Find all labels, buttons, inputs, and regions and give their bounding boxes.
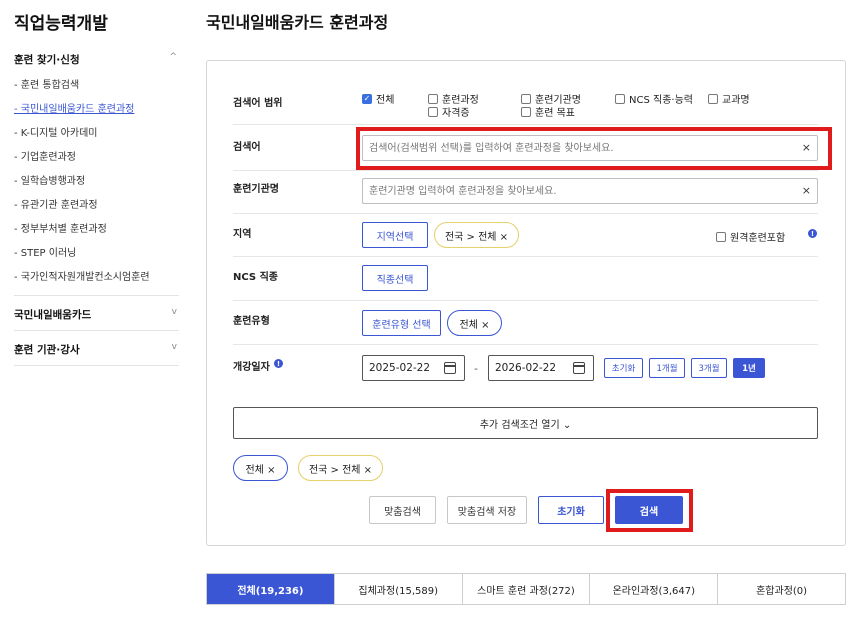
sidebar-item-consortium[interactable]: - 국가인적자원개발컨소시엄훈련 bbox=[14, 268, 150, 283]
training-type-select-button[interactable]: 훈련유형 선택 bbox=[362, 310, 441, 336]
sidebar: 직업능력개발 훈련 찾기·신청 ^ - 훈련 통합검색 - 국민내일배움카드 훈… bbox=[0, 0, 190, 619]
sidebar-item-card-courses[interactable]: - 국민내일배움카드 훈련과정 bbox=[14, 100, 134, 115]
more-conditions-button[interactable]: 추가 검색조건 열기 ⌄ bbox=[233, 407, 818, 439]
institution-input[interactable] bbox=[363, 179, 783, 204]
checkbox-icon bbox=[716, 231, 726, 242]
reset-button[interactable]: 초기화 bbox=[538, 496, 604, 524]
page-title: 국민내일배움카드 훈련과정 bbox=[206, 13, 389, 32]
checkbox-label: 원격훈련포함 bbox=[730, 233, 786, 244]
region-chip[interactable]: 전국 > 전체 × bbox=[434, 222, 519, 248]
sidebar-section-institutions[interactable]: 훈련 기관·강사 v bbox=[14, 342, 179, 357]
row-divider bbox=[233, 300, 818, 301]
ncs-label: NCS 직종 bbox=[233, 272, 278, 283]
checkbox-checked-icon: ✓ bbox=[362, 93, 372, 104]
chevron-up-icon: ^ bbox=[169, 52, 177, 62]
checkbox-label: 교과명 bbox=[722, 95, 750, 106]
calendar-icon[interactable] bbox=[573, 362, 585, 374]
start-date-value: 2025-02-22 bbox=[369, 362, 431, 374]
region-select-button[interactable]: 지역선택 bbox=[362, 222, 428, 248]
sidebar-item-related-agency[interactable]: - 유관기관 훈련과정 bbox=[14, 196, 98, 211]
date-1year-button[interactable]: 1년 bbox=[733, 358, 765, 378]
date-3month-button[interactable]: 3개월 bbox=[691, 358, 727, 378]
scope-label: 검색어 범위 bbox=[233, 98, 283, 109]
sidebar-item-step[interactable]: - STEP 이러닝 bbox=[14, 244, 76, 259]
sidebar-item-corporate[interactable]: - 기업훈련과정 bbox=[14, 148, 76, 163]
sidebar-item-k-digital[interactable]: - K-디지털 아카데미 bbox=[14, 124, 97, 139]
chevron-down-icon: v bbox=[171, 342, 177, 352]
institution-label: 훈련기관명 bbox=[233, 184, 279, 195]
sidebar-section-label: 훈련 찾기·신청 bbox=[14, 54, 80, 66]
tab-online[interactable]: 온라인과정(3,647) bbox=[590, 574, 719, 604]
info-icon[interactable]: ! bbox=[274, 359, 283, 368]
checkbox-label: 자격증 bbox=[442, 108, 470, 119]
sidebar-section-training-search[interactable]: 훈련 찾기·신청 ^ bbox=[14, 52, 179, 67]
row-divider bbox=[233, 124, 818, 125]
end-date-value: 2026-02-22 bbox=[495, 362, 557, 374]
result-tabs: 전체(19,236) 집체과정(15,589) 스마트 훈련 과정(272) 온… bbox=[206, 573, 846, 605]
date-reset-button[interactable]: 초기화 bbox=[604, 358, 643, 378]
end-date-input[interactable]: 2026-02-22 bbox=[488, 355, 594, 381]
save-custom-search-button[interactable]: 맞춤검색 저장 bbox=[447, 496, 527, 524]
sidebar-item-integrated-search[interactable]: - 훈련 통합검색 bbox=[14, 76, 79, 91]
row-divider bbox=[233, 256, 818, 257]
checkbox-icon bbox=[521, 106, 531, 117]
scope-checkbox-goal[interactable]: 훈련 목표 bbox=[521, 104, 575, 119]
sidebar-divider bbox=[14, 295, 179, 296]
row-divider bbox=[233, 213, 818, 214]
tab-blended[interactable]: 혼합과정(0) bbox=[718, 574, 845, 604]
sidebar-item-government[interactable]: - 정부부처별 훈련과정 bbox=[14, 220, 107, 235]
checkbox-label: NCS 직종·능력 bbox=[629, 95, 693, 106]
highlight-search-box bbox=[606, 489, 693, 532]
checkbox-icon bbox=[521, 93, 531, 104]
scope-checkbox-subject[interactable]: 교과명 bbox=[708, 91, 750, 106]
selected-chip-region[interactable]: 전국 > 전체 × bbox=[298, 455, 383, 481]
keyword-label: 검색어 bbox=[233, 142, 261, 153]
checkbox-icon bbox=[615, 93, 625, 104]
tab-classroom[interactable]: 집체과정(15,589) bbox=[335, 574, 463, 604]
ncs-select-button[interactable]: 직종선택 bbox=[362, 265, 428, 291]
chevron-down-icon: v bbox=[171, 307, 177, 317]
scope-checkbox-all[interactable]: ✓ 전체 bbox=[362, 91, 394, 106]
sidebar-item-work-study[interactable]: - 일학습병행과정 bbox=[14, 172, 85, 187]
checkbox-icon bbox=[428, 93, 438, 104]
date-separator: - bbox=[474, 362, 478, 375]
custom-search-button[interactable]: 맞춤검색 bbox=[369, 496, 436, 524]
tab-all[interactable]: 전체(19,236) bbox=[207, 574, 335, 604]
institution-field: × bbox=[362, 178, 818, 204]
date-1month-button[interactable]: 1개월 bbox=[649, 358, 685, 378]
row-divider bbox=[233, 344, 818, 345]
info-icon[interactable]: ! bbox=[808, 229, 817, 238]
training-type-label: 훈련유형 bbox=[233, 316, 270, 327]
checkbox-label: 전체 bbox=[376, 95, 395, 106]
region-label: 지역 bbox=[233, 229, 252, 240]
sidebar-divider bbox=[14, 330, 179, 331]
sidebar-title: 직업능력개발 bbox=[14, 14, 108, 34]
sidebar-section-label: 훈련 기관·강사 bbox=[14, 344, 80, 356]
remote-training-checkbox[interactable]: 원격훈련포함 bbox=[716, 229, 785, 244]
sidebar-section-label: 국민내일배움카드 bbox=[14, 309, 92, 321]
scope-checkbox-certificate[interactable]: 자격증 bbox=[428, 104, 470, 119]
tab-smart[interactable]: 스마트 훈련 과정(272) bbox=[463, 574, 591, 604]
start-date-label: 개강일자 bbox=[233, 362, 270, 373]
checkbox-label: 훈련 목표 bbox=[535, 108, 575, 119]
checkbox-icon bbox=[428, 106, 438, 117]
scope-checkbox-ncs[interactable]: NCS 직종·능력 bbox=[615, 91, 693, 106]
calendar-icon[interactable] bbox=[444, 362, 456, 374]
checkbox-icon bbox=[708, 93, 718, 104]
row-divider bbox=[233, 170, 818, 171]
start-date-input[interactable]: 2025-02-22 bbox=[362, 355, 465, 381]
training-type-chip[interactable]: 전체 × bbox=[447, 310, 502, 336]
highlight-keyword-box bbox=[356, 127, 832, 170]
selected-chip-all[interactable]: 전체 × bbox=[233, 455, 288, 481]
sidebar-divider bbox=[14, 365, 179, 366]
sidebar-section-card[interactable]: 국민내일배움카드 v bbox=[14, 307, 179, 322]
clear-icon[interactable]: × bbox=[802, 184, 811, 197]
